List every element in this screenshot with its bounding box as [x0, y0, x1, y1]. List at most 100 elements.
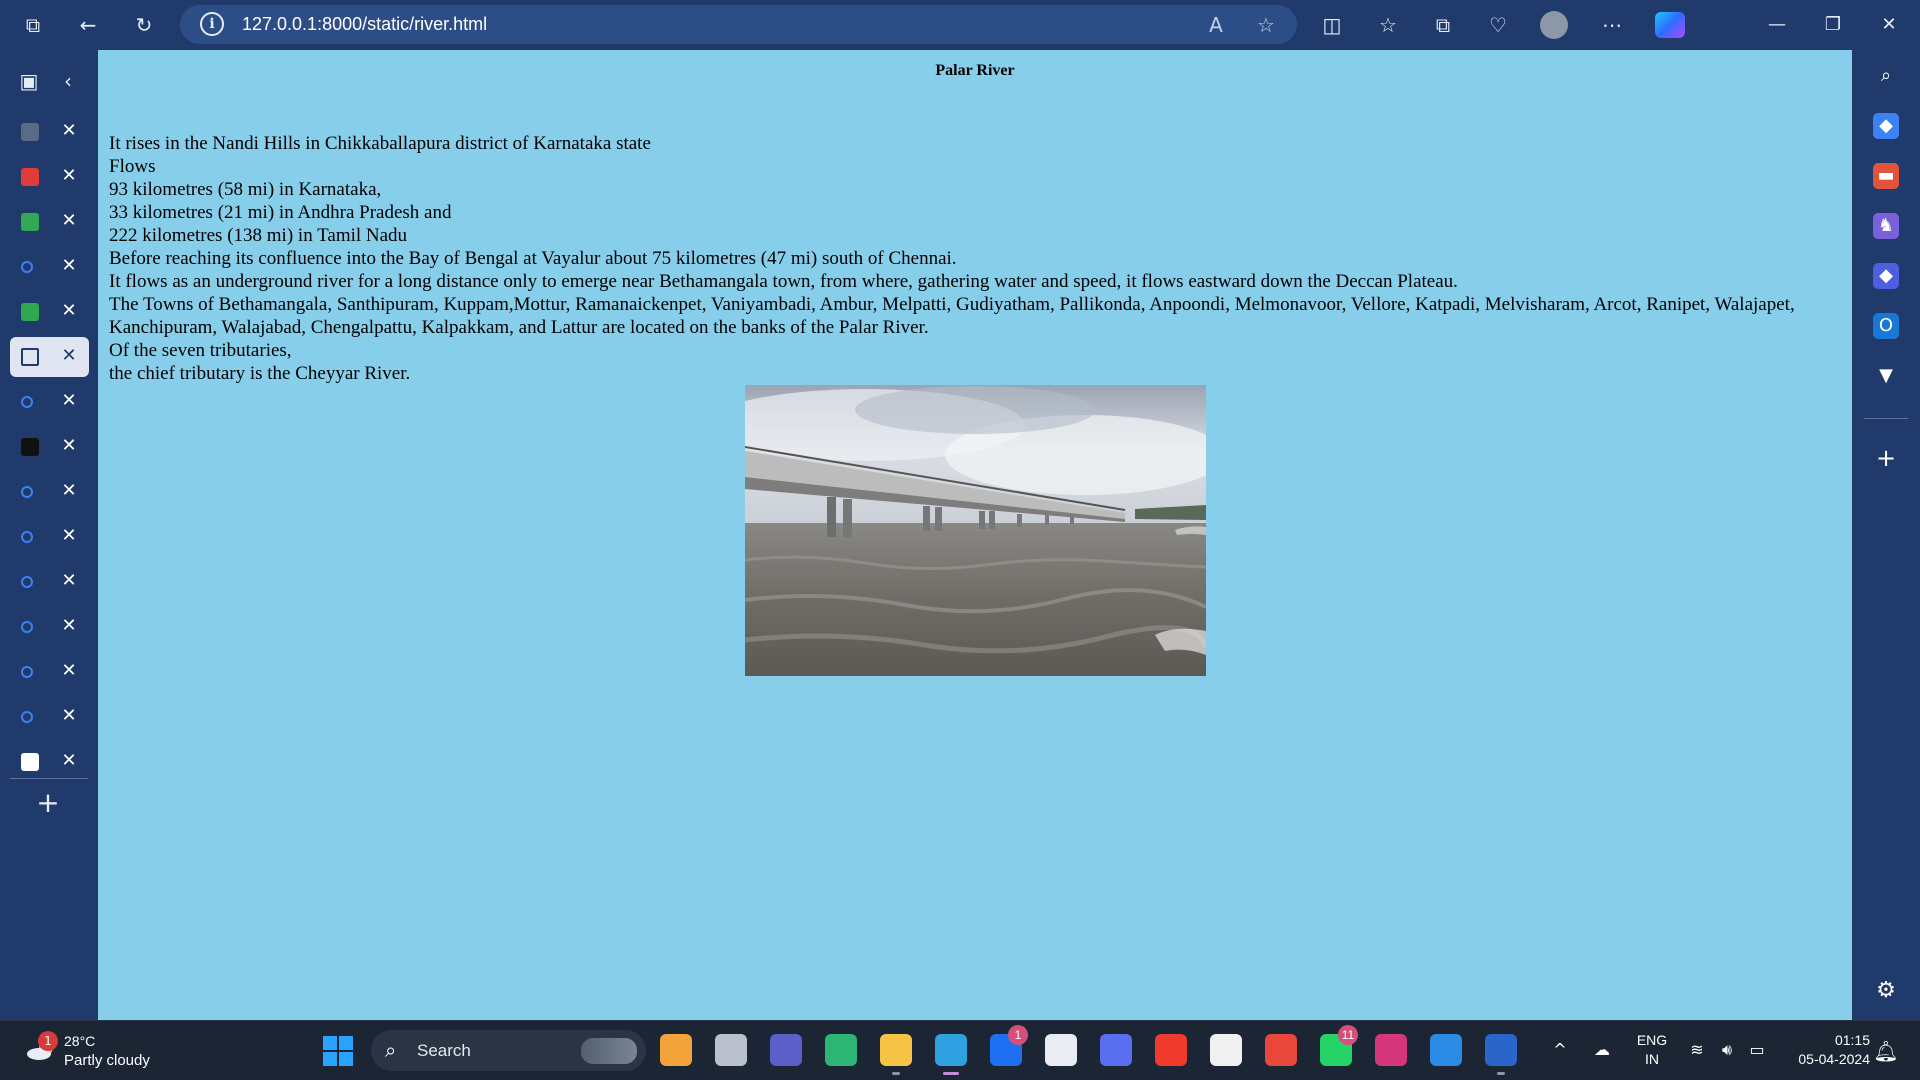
store-icon[interactable] [1045, 1034, 1077, 1066]
tab-actions-icon[interactable]: ▣ [14, 66, 44, 96]
close-tab-icon[interactable]: ✕ [58, 120, 80, 142]
close-tab-icon[interactable]: ✕ [58, 525, 80, 547]
word-icon[interactable] [1485, 1034, 1517, 1066]
vertical-tab[interactable]: ✕ [10, 517, 89, 557]
text-line: It rises in the Nandi Hills in Chikkabal… [109, 133, 651, 154]
youtube-icon [21, 168, 39, 186]
copilot-preview-icon[interactable] [660, 1034, 692, 1066]
lang-code: ENG [1636, 1032, 1668, 1048]
close-tab-icon[interactable]: ✕ [58, 570, 80, 592]
profile-avatar[interactable] [1540, 11, 1568, 39]
close-tab-icon[interactable]: ✕ [58, 615, 80, 637]
refresh-button[interactable]: ↻ [129, 10, 159, 40]
favorites-icon[interactable]: ☆ [1373, 10, 1403, 40]
text-line: 222 kilometres (138 mi) in Tamil Nadu [109, 225, 408, 246]
onedrive-icon[interactable]: ☁ [1587, 1035, 1617, 1065]
vertical-tab[interactable]: ✕ [10, 697, 89, 737]
favorite-star-icon[interactable]: ☆ [1253, 12, 1279, 38]
vertical-tab[interactable]: ✕ [10, 157, 89, 197]
address-url[interactable]: 127.0.0.1:8000/static/river.html [242, 14, 487, 35]
copilot-app-icon[interactable]: ◆ [1873, 263, 1899, 289]
volume-icon[interactable]: 🔊︎ [1712, 1035, 1742, 1065]
vertical-tab[interactable]: ✕ [10, 472, 89, 512]
minimize-button[interactable]: — [1757, 10, 1797, 40]
close-tab-icon[interactable]: ✕ [58, 435, 80, 457]
close-tab-icon[interactable]: ✕ [58, 210, 80, 232]
start-button[interactable] [323, 1036, 353, 1066]
teams-icon[interactable] [770, 1034, 802, 1066]
vertical-tab[interactable]: ✕ [10, 427, 89, 467]
search-icon[interactable]: ⌕ [1873, 63, 1899, 89]
youtube-icon[interactable] [1155, 1034, 1187, 1066]
sidebar-settings-icon[interactable]: ⚙ [1873, 978, 1899, 1004]
address-bar[interactable]: i 127.0.0.1:8000/static/river.html A ☆ [180, 5, 1297, 44]
lang-region: IN [1645, 1051, 1659, 1067]
refresh-app-icon[interactable] [825, 1034, 857, 1066]
close-tab-icon[interactable]: ✕ [58, 345, 80, 367]
dotted-circle-icon [21, 438, 39, 456]
site-info-icon[interactable]: i [200, 12, 224, 36]
vertical-tab[interactable]: ✕ [10, 652, 89, 692]
collapse-pane-icon[interactable]: ‹ [53, 66, 83, 96]
vertical-tab[interactable]: ✕ [10, 607, 89, 647]
chrome-icon[interactable] [1265, 1034, 1297, 1066]
battery-icon[interactable]: ▭ [1742, 1035, 1772, 1065]
workspaces-icon[interactable]: ⧉ [18, 10, 48, 40]
more-menu-icon[interactable]: ⋯ [1597, 10, 1627, 40]
right-sidebar: ⌕ ◆ ▬ ♞ ◆ O ▼ + ⚙ [1852, 50, 1920, 1020]
vertical-tab[interactable]: ✕ [10, 202, 89, 242]
vertical-tab[interactable]: ✕ [10, 382, 89, 422]
close-tab-icon[interactable]: ✕ [58, 165, 80, 187]
tools-icon[interactable]: ▬ [1873, 163, 1899, 189]
notification-bell-icon[interactable]: 🔔︎ [1872, 1036, 1900, 1066]
copilot-icon[interactable] [1655, 12, 1685, 38]
taskbar-search[interactable]: ⌕ Search [371, 1030, 646, 1071]
vscode-icon[interactable] [1430, 1034, 1462, 1066]
add-sidebar-app-button[interactable]: + [1873, 445, 1899, 471]
drop-icon[interactable]: ▼ [1873, 363, 1899, 389]
text-line: the chief tributary is the Cheyyar River… [109, 363, 411, 384]
vertical-tab[interactable]: ✕ [10, 562, 89, 602]
close-tab-icon[interactable]: ✕ [58, 390, 80, 412]
games-icon[interactable]: ♞ [1873, 213, 1899, 239]
arc-icon[interactable] [1100, 1034, 1132, 1066]
instagram-icon[interactable] [1375, 1034, 1407, 1066]
maps-pin-icon [21, 213, 39, 231]
show-hidden-icons-button[interactable]: ^ [1545, 1035, 1575, 1065]
close-tab-icon[interactable]: ✕ [58, 300, 80, 322]
tab-divider [10, 778, 88, 779]
search-icon [21, 666, 33, 678]
system-clock[interactable]: 01:15 05-04-2024 [1780, 1031, 1870, 1069]
search-highlight-image [581, 1038, 637, 1064]
close-tab-icon[interactable]: ✕ [58, 255, 80, 277]
file-stack-icon[interactable] [715, 1034, 747, 1066]
notes-icon[interactable] [1210, 1034, 1242, 1066]
close-tab-icon[interactable]: ✕ [58, 480, 80, 502]
vertical-tab[interactable]: ✕ [10, 742, 89, 782]
weather-widget[interactable]: 1 28°C Partly cloudy [20, 1031, 220, 1071]
close-tab-icon[interactable]: ✕ [58, 705, 80, 727]
text-line: 93 kilometres (58 mi) in Karnataka, [109, 179, 382, 200]
edge-icon[interactable] [935, 1034, 967, 1075]
close-window-button[interactable]: ✕ [1869, 10, 1909, 40]
close-tab-icon[interactable]: ✕ [58, 750, 80, 772]
search-icon [21, 486, 33, 498]
vertical-tab[interactable]: ✕ [10, 112, 89, 152]
wifi-icon[interactable]: ≋ [1682, 1035, 1712, 1065]
split-screen-icon[interactable]: ◫ [1317, 10, 1347, 40]
vertical-tab[interactable]: ✕ [10, 292, 89, 332]
vertical-tab[interactable]: ✕ [10, 247, 89, 287]
close-tab-icon[interactable]: ✕ [58, 660, 80, 682]
outlook-icon[interactable]: O [1873, 313, 1899, 339]
new-tab-button[interactable]: + [33, 788, 63, 818]
restore-button[interactable]: ❐ [1813, 10, 1853, 40]
file-explorer-icon[interactable] [880, 1034, 912, 1066]
vertical-tab[interactable]: ✕ [10, 337, 89, 377]
river-bridge-photo [745, 385, 1206, 676]
shopping-tag-icon[interactable]: ◆ [1873, 113, 1899, 139]
read-aloud-icon[interactable]: A [1203, 12, 1229, 38]
collections-icon[interactable]: ⧉ [1428, 10, 1458, 40]
browser-essentials-icon[interactable]: ♡ [1483, 10, 1513, 40]
input-language[interactable]: ENG IN [1630, 1031, 1674, 1069]
back-button[interactable]: ← [73, 10, 103, 40]
